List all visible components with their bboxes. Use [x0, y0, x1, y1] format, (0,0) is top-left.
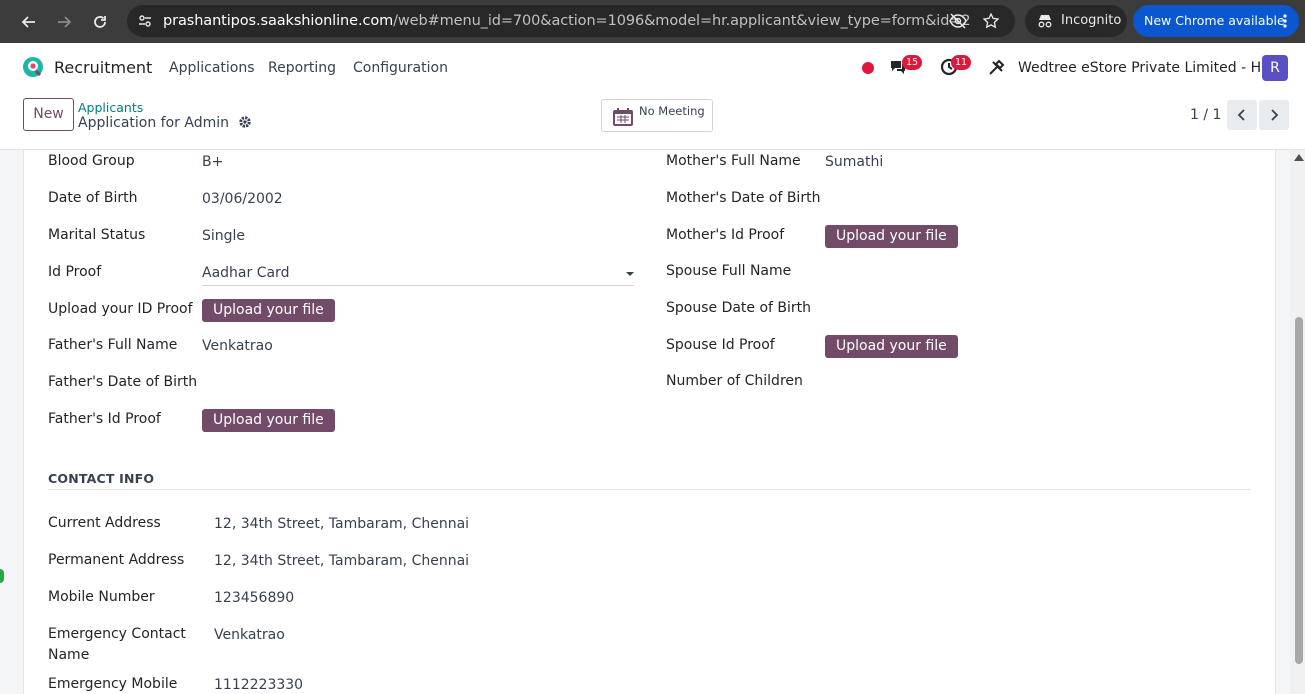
breadcrumb-current: Application for Admin — [78, 115, 252, 131]
gear-icon[interactable] — [238, 115, 252, 129]
current-address-value[interactable]: 12, 34th Street, Tambaram, Chennai — [214, 516, 469, 532]
record-title: Application for Admin — [78, 115, 229, 131]
mother-dob-label: Mother's Date of Birth — [666, 190, 821, 206]
incognito-label: Incognito — [1061, 13, 1122, 28]
pager-previous-button[interactable] — [1227, 100, 1257, 130]
upload-id-proof-label: Upload your ID Proof — [48, 301, 193, 317]
back-icon[interactable] — [17, 10, 41, 34]
date-of-birth-label: Date of Birth — [48, 190, 138, 206]
father-id-proof-label: Father's Id Proof — [48, 411, 161, 427]
menu-configuration[interactable]: Configuration — [353, 60, 448, 76]
marital-status-label: Marital Status — [48, 227, 146, 243]
update-label: New Chrome available — [1144, 13, 1285, 28]
id-proof-select[interactable]: Aadhar Card — [202, 265, 289, 281]
upload-mother-id-proof-button[interactable]: Upload your file — [825, 225, 958, 248]
company-switcher[interactable]: Wedtree eStore Private Limited - HO — [1018, 60, 1272, 76]
edge-indicator — [0, 569, 4, 583]
scroll-up-arrow-icon[interactable] — [1294, 154, 1304, 161]
upload-spouse-id-proof-button[interactable]: Upload your file — [825, 335, 958, 358]
pager-value[interactable]: 1 / 1 — [1190, 107, 1221, 123]
incognito-indicator[interactable]: Incognito — [1025, 5, 1127, 37]
blood-group-value[interactable]: B+ — [202, 154, 223, 170]
contact-info-title: CONTACT INFO — [48, 471, 155, 486]
father-dob-label: Father's Date of Birth — [48, 374, 198, 390]
chevron-right-icon — [1271, 109, 1279, 121]
id-proof-underline — [202, 285, 634, 286]
id-proof-label: Id Proof — [48, 264, 102, 280]
upload-id-proof-button[interactable]: Upload your file — [202, 299, 335, 322]
permanent-address-label: Permanent Address — [48, 552, 185, 568]
meeting-smart-button[interactable]: No Meeting — [601, 99, 713, 132]
top-navbar: Recruitment Applications Reporting Confi… — [0, 43, 1305, 91]
upload-father-id-proof-button[interactable]: Upload your file — [202, 409, 335, 432]
date-of-birth-value[interactable]: 03/06/2002 — [202, 191, 283, 207]
mobile-number-label: Mobile Number — [48, 589, 155, 605]
messages-badge: 15 — [902, 55, 923, 70]
user-avatar[interactable]: R — [1262, 55, 1288, 81]
reload-icon[interactable] — [88, 10, 112, 34]
pager-next-button[interactable] — [1259, 100, 1289, 130]
star-icon[interactable] — [983, 13, 999, 29]
status-dot-icon[interactable] — [862, 62, 874, 74]
number-of-children-label: Number of Children — [666, 373, 803, 389]
url-host: prashantipos.saakshionline.com — [163, 13, 394, 29]
new-chrome-available-button[interactable]: New Chrome available — [1133, 5, 1299, 37]
url-path: /web#menu_id=700&action=1096&model=hr.ap… — [393, 13, 971, 29]
father-full-name-value[interactable]: Venkatrao — [202, 338, 273, 354]
url-text: prashantipos.saakshionline.com/web#menu_… — [163, 13, 971, 29]
blood-group-label: Blood Group — [48, 153, 135, 169]
emergency-contact-label: Emergency Contact — [48, 626, 186, 642]
more-vert-icon[interactable] — [1282, 13, 1288, 29]
marital-status-value[interactable]: Single — [202, 228, 245, 244]
menu-applications[interactable]: Applications — [169, 60, 255, 76]
mother-full-name-value[interactable]: Sumathi — [825, 154, 883, 170]
recruitment-app-icon[interactable] — [22, 56, 44, 78]
eye-off-icon[interactable] — [949, 13, 967, 29]
app-name[interactable]: Recruitment — [54, 58, 152, 77]
spouse-dob-label: Spouse Date of Birth — [666, 300, 812, 316]
site-info-icon[interactable] — [138, 14, 152, 28]
permanent-address-value[interactable]: 12, 34th Street, Tambaram, Chennai — [214, 553, 469, 569]
mobile-number-value[interactable]: 123456890 — [214, 590, 294, 606]
emergency-contact-label-line2: Name — [48, 647, 90, 663]
spouse-full-name-label: Spouse Full Name — [666, 263, 792, 279]
activities-badge: 11 — [951, 55, 972, 70]
calendar-icon — [613, 108, 633, 126]
forward-icon[interactable] — [52, 10, 76, 34]
new-button[interactable]: New — [23, 98, 74, 131]
caret-down-icon[interactable] — [626, 272, 634, 276]
emergency-contact-value[interactable]: Venkatrao — [214, 627, 285, 643]
chevron-left-icon — [1237, 109, 1245, 121]
control-panel: New Applicants Application for Admin No … — [0, 91, 1305, 150]
emergency-mobile-label: Emergency Mobile — [48, 676, 178, 692]
address-bar[interactable]: prashantipos.saakshionline.com/web#menu_… — [127, 5, 1015, 37]
breadcrumb-applicants[interactable]: Applicants — [78, 100, 143, 115]
mother-full-name-label: Mother's Full Name — [666, 153, 801, 169]
meeting-label: No Meeting — [639, 104, 705, 118]
current-address-label: Current Address — [48, 515, 161, 531]
debug-tools-icon[interactable] — [987, 59, 1005, 77]
section-divider — [48, 489, 1251, 490]
scrollbar-thumb[interactable] — [1295, 317, 1303, 664]
incognito-icon — [1038, 15, 1052, 28]
emergency-mobile-value[interactable]: 1112223330 — [214, 677, 303, 693]
spouse-id-proof-label: Spouse Id Proof — [666, 337, 775, 353]
browser-toolbar: prashantipos.saakshionline.com/web#menu_… — [0, 0, 1305, 43]
menu-reporting[interactable]: Reporting — [268, 60, 336, 76]
mother-id-proof-label: Mother's Id Proof — [666, 227, 785, 243]
father-full-name-label: Father's Full Name — [48, 337, 178, 353]
